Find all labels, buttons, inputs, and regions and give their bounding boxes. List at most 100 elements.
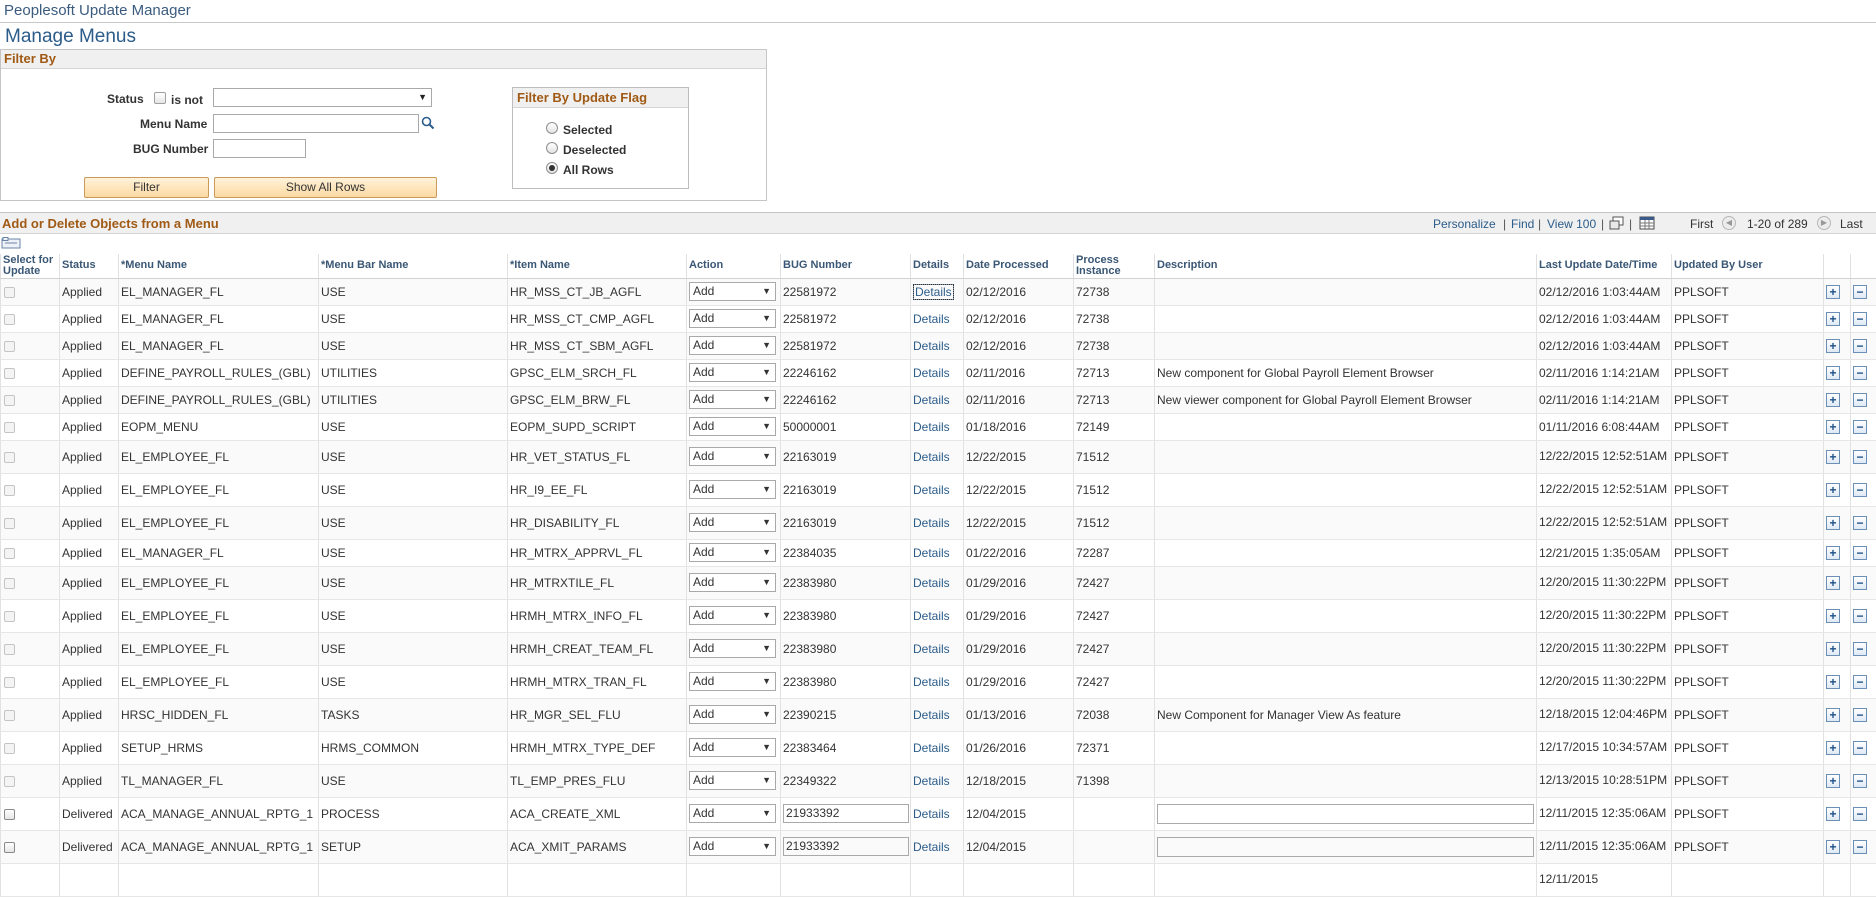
delete-row-icon[interactable]: − xyxy=(1853,741,1867,755)
filter-button[interactable]: Filter xyxy=(84,177,209,198)
all-rows-radio[interactable] xyxy=(546,162,558,174)
delete-row-icon[interactable]: − xyxy=(1853,312,1867,326)
bug-number-input[interactable] xyxy=(213,139,306,158)
action-select[interactable]: Add▼ xyxy=(689,573,776,592)
action-select[interactable]: Add▼ xyxy=(689,390,776,409)
add-row-icon[interactable]: + xyxy=(1826,420,1840,434)
action-select[interactable]: Add▼ xyxy=(689,417,776,436)
delete-row-icon[interactable]: − xyxy=(1853,642,1867,656)
lookup-search-icon[interactable] xyxy=(421,116,435,130)
select-for-update-checkbox[interactable] xyxy=(4,842,15,853)
previous-page-icon[interactable]: ◀ xyxy=(1722,216,1736,230)
details-link[interactable]: Details xyxy=(913,483,950,497)
add-row-icon[interactable]: + xyxy=(1826,312,1840,326)
add-row-icon[interactable]: + xyxy=(1826,609,1840,623)
delete-row-icon[interactable]: − xyxy=(1853,609,1867,623)
view-100-link[interactable]: View 100 xyxy=(1547,217,1596,231)
delete-row-icon[interactable]: − xyxy=(1853,516,1867,530)
action-select[interactable]: Add▼ xyxy=(689,804,776,823)
details-link[interactable]: Details xyxy=(913,366,950,380)
details-link[interactable]: Details xyxy=(913,312,950,326)
delete-row-icon[interactable]: − xyxy=(1853,420,1867,434)
select-for-update-checkbox[interactable] xyxy=(4,809,15,820)
details-link[interactable]: Details xyxy=(913,450,950,464)
add-row-icon[interactable]: + xyxy=(1826,285,1840,299)
menu-name-input[interactable] xyxy=(213,114,419,133)
details-link[interactable]: Details xyxy=(913,339,950,353)
first-link[interactable]: First xyxy=(1690,217,1713,231)
details-link[interactable]: Details xyxy=(913,840,950,854)
action-select[interactable]: Add▼ xyxy=(689,771,776,790)
delete-row-icon[interactable]: − xyxy=(1853,840,1867,854)
find-link[interactable]: Find xyxy=(1511,217,1534,231)
spreadsheet-download-icon[interactable] xyxy=(1639,216,1655,230)
add-row-icon[interactable]: + xyxy=(1826,807,1840,821)
details-link[interactable]: Details xyxy=(913,546,950,560)
add-row-icon[interactable]: + xyxy=(1826,450,1840,464)
action-select[interactable]: Add▼ xyxy=(689,738,776,757)
add-row-icon[interactable]: + xyxy=(1826,483,1840,497)
delete-row-icon[interactable]: − xyxy=(1853,339,1867,353)
delete-row-icon[interactable]: − xyxy=(1853,450,1867,464)
action-select[interactable]: Add▼ xyxy=(689,309,776,328)
add-row-icon[interactable]: + xyxy=(1826,366,1840,380)
last-link[interactable]: Last xyxy=(1840,217,1863,231)
action-select[interactable]: Add▼ xyxy=(689,705,776,724)
delete-row-icon[interactable]: − xyxy=(1853,774,1867,788)
add-row-icon[interactable]: + xyxy=(1826,516,1840,530)
add-row-icon[interactable]: + xyxy=(1826,339,1840,353)
action-select[interactable]: Add▼ xyxy=(689,336,776,355)
show-all-rows-button[interactable]: Show All Rows xyxy=(214,177,437,198)
deselected-radio[interactable] xyxy=(546,142,558,154)
delete-row-icon[interactable]: − xyxy=(1853,366,1867,380)
new-window-icon[interactable] xyxy=(1609,216,1624,230)
delete-row-icon[interactable]: − xyxy=(1853,393,1867,407)
delete-row-icon[interactable]: − xyxy=(1853,675,1867,689)
action-select[interactable]: Add▼ xyxy=(689,282,776,301)
is-not-checkbox[interactable] xyxy=(154,92,166,104)
add-row-icon[interactable]: + xyxy=(1826,840,1840,854)
add-row-icon[interactable]: + xyxy=(1826,642,1840,656)
bug-number-input[interactable]: 21933392 xyxy=(783,837,909,856)
details-link[interactable]: Details xyxy=(913,675,950,689)
add-row-icon[interactable]: + xyxy=(1826,576,1840,590)
delete-row-icon[interactable]: − xyxy=(1853,708,1867,722)
details-link[interactable]: Details xyxy=(913,708,950,722)
bug-number-input[interactable]: 21933392 xyxy=(783,804,909,823)
details-link[interactable]: Details xyxy=(913,576,950,590)
action-select[interactable]: Add▼ xyxy=(689,837,776,856)
personalize-link[interactable]: Personalize xyxy=(1433,217,1496,231)
next-page-icon[interactable]: ▶ xyxy=(1817,216,1831,230)
action-select[interactable]: Add▼ xyxy=(689,513,776,532)
action-select[interactable]: Add▼ xyxy=(689,606,776,625)
details-link[interactable]: Details xyxy=(913,393,950,407)
details-link[interactable]: Details xyxy=(913,284,954,300)
add-row-icon[interactable]: + xyxy=(1826,774,1840,788)
details-link[interactable]: Details xyxy=(913,609,950,623)
add-row-icon[interactable]: + xyxy=(1826,741,1840,755)
details-link[interactable]: Details xyxy=(913,420,950,434)
description-textarea[interactable] xyxy=(1157,804,1534,824)
details-link[interactable]: Details xyxy=(913,741,950,755)
delete-row-icon[interactable]: − xyxy=(1853,483,1867,497)
action-select[interactable]: Add▼ xyxy=(689,480,776,499)
description-textarea[interactable] xyxy=(1157,837,1534,857)
selected-radio[interactable] xyxy=(546,122,558,134)
details-link[interactable]: Details xyxy=(913,516,950,530)
grid-tabs-icon[interactable] xyxy=(1,237,21,249)
delete-row-icon[interactable]: − xyxy=(1853,576,1867,590)
action-select[interactable]: Add▼ xyxy=(689,639,776,658)
action-select[interactable]: Add▼ xyxy=(689,447,776,466)
status-select[interactable]: ▼ xyxy=(213,88,432,107)
add-row-icon[interactable]: + xyxy=(1826,546,1840,560)
action-select[interactable]: Add▼ xyxy=(689,672,776,691)
add-row-icon[interactable]: + xyxy=(1826,708,1840,722)
delete-row-icon[interactable]: − xyxy=(1853,546,1867,560)
delete-row-icon[interactable]: − xyxy=(1853,807,1867,821)
details-link[interactable]: Details xyxy=(913,642,950,656)
action-select[interactable]: Add▼ xyxy=(689,543,776,562)
add-row-icon[interactable]: + xyxy=(1826,393,1840,407)
add-row-icon[interactable]: + xyxy=(1826,675,1840,689)
action-select[interactable]: Add▼ xyxy=(689,363,776,382)
details-link[interactable]: Details xyxy=(913,807,950,821)
